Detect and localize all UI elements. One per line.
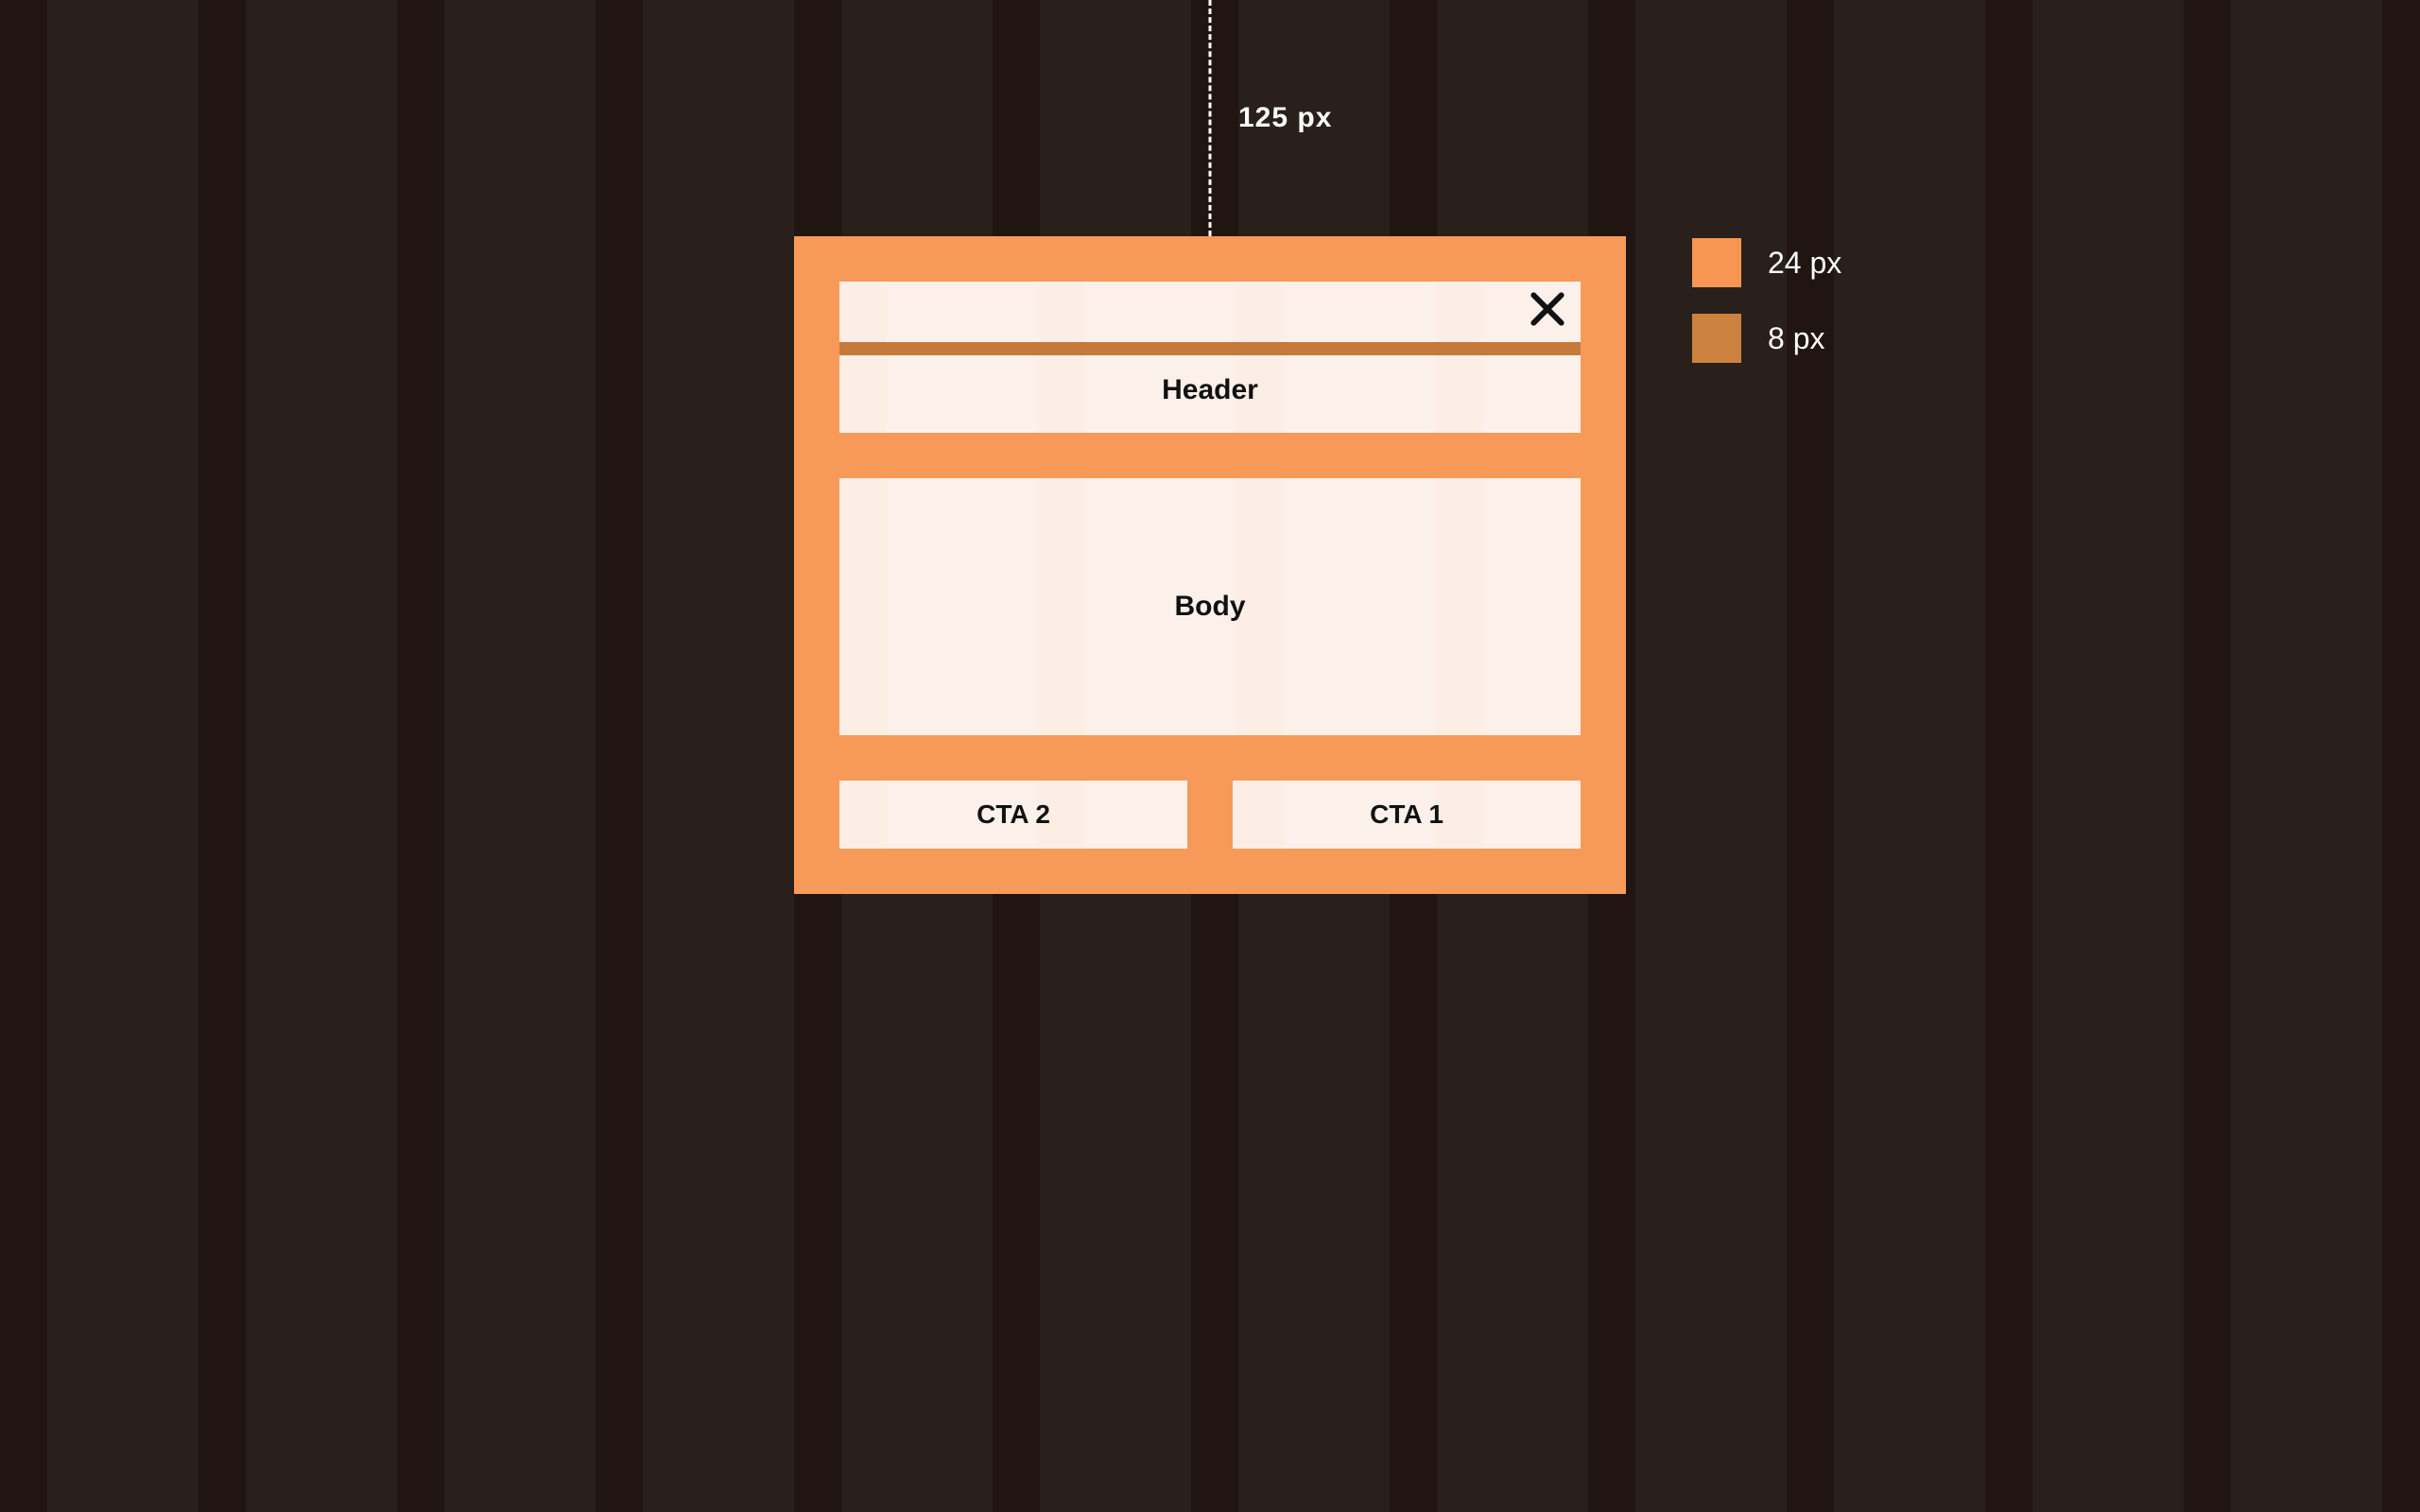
dialog-cta-row: CTA 2 CTA 1: [839, 781, 1581, 849]
legend-swatch-8: [1692, 314, 1741, 363]
dialog-spec: Header Body CTA 2 CTA 1: [794, 236, 1626, 894]
dialog-body-label: Body: [1175, 591, 1246, 623]
dialog-body-region: Body: [839, 478, 1581, 735]
legend-label-24: 24 px: [1768, 246, 1841, 281]
legend-label-8: 8 px: [1768, 321, 1824, 356]
cta-1-button[interactable]: CTA 1: [1233, 781, 1581, 849]
cta-2-button[interactable]: CTA 2: [839, 781, 1187, 849]
cta-1-label: CTA 1: [1370, 799, 1443, 830]
legend-swatch-24: [1692, 238, 1741, 287]
top-offset-label: 125 px: [1238, 102, 1332, 134]
cta-2-label: CTA 2: [977, 799, 1050, 830]
legend-item-24: 24 px: [1692, 238, 1841, 287]
close-button[interactable]: [1524, 287, 1571, 335]
dialog-header-label: Header: [839, 374, 1581, 406]
close-icon: [1527, 288, 1568, 335]
legend-item-8: 8 px: [1692, 314, 1841, 363]
dialog-header-region: Header: [839, 282, 1581, 433]
spacing-legend: 24 px 8 px: [1692, 238, 1841, 363]
top-offset-guide: [1209, 0, 1212, 236]
header-spacing-bar: [839, 342, 1581, 355]
